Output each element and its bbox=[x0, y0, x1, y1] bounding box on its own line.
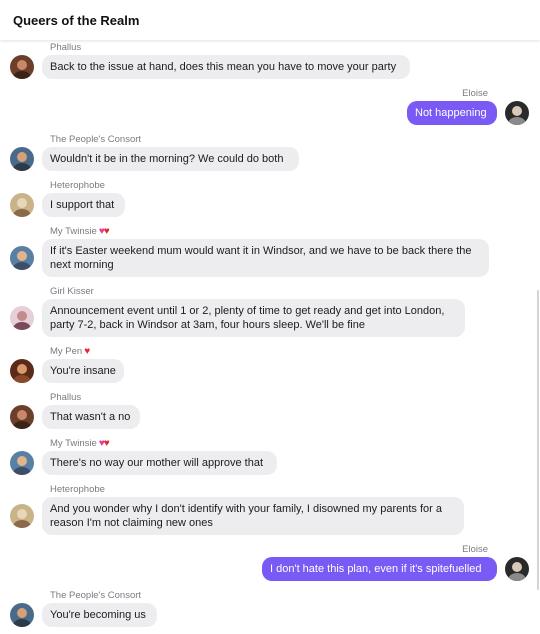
sender-name-text: Heterophobe bbox=[50, 180, 105, 191]
avatar[interactable] bbox=[505, 557, 529, 581]
avatar[interactable] bbox=[10, 405, 34, 429]
red-heart-icon: ♥ bbox=[84, 346, 90, 357]
message-bubble[interactable]: Announcement event until 1 or 2, plenty … bbox=[42, 299, 465, 337]
sender-name: The People's Consort bbox=[50, 134, 141, 145]
avatar[interactable] bbox=[10, 603, 34, 627]
sender-name-text: My Twinsie bbox=[50, 438, 97, 449]
message-bubble[interactable]: Not happening bbox=[407, 101, 497, 125]
red-heart-icon: ♥ bbox=[103, 438, 110, 449]
message-bubble[interactable]: There's no way our mother will approve t… bbox=[42, 451, 277, 475]
sender-name: My Twinsie ♥♥ bbox=[50, 438, 110, 449]
avatar[interactable] bbox=[10, 306, 34, 330]
sender-name-text: Eloise bbox=[462, 88, 488, 99]
sender-name: Heterophobe bbox=[50, 180, 105, 191]
message-bubble[interactable]: And you wonder why I don't identify with… bbox=[42, 497, 464, 535]
avatar[interactable] bbox=[10, 193, 34, 217]
avatar[interactable] bbox=[10, 147, 34, 171]
sender-name-text: Phallus bbox=[50, 392, 82, 403]
avatar[interactable] bbox=[505, 101, 529, 125]
sender-name-text: Eloise bbox=[462, 544, 488, 555]
message-bubble[interactable]: I don't hate this plan, even if it's spi… bbox=[262, 557, 497, 581]
message-bubble[interactable]: If it's Easter weekend mum would want it… bbox=[42, 239, 489, 277]
sender-name-text: Phallus bbox=[50, 42, 82, 53]
sender-hearts: ♥♥ bbox=[99, 226, 110, 237]
sender-name: Eloise bbox=[462, 544, 488, 555]
sender-name: Phallus bbox=[50, 42, 81, 53]
chat-header: Queers of the Realm bbox=[0, 0, 540, 40]
message-bubble[interactable]: You're becoming us bbox=[42, 603, 157, 627]
sender-name: Girl Kisser bbox=[50, 286, 94, 297]
sender-name: Eloise bbox=[462, 88, 488, 99]
chat-title: Queers of the Realm bbox=[13, 12, 140, 28]
sender-name-text: The People's Consort bbox=[50, 134, 142, 145]
message-bubble[interactable]: That wasn't a no bbox=[42, 405, 140, 429]
sender-name: My Twinsie ♥♥ bbox=[50, 226, 110, 237]
message-bubble[interactable]: I support that bbox=[42, 193, 125, 217]
message-bubble[interactable]: Back to the issue at hand, does this mea… bbox=[42, 55, 410, 79]
sender-name: My Pen ♥ bbox=[50, 346, 90, 357]
sender-hearts: ♥♥ bbox=[99, 438, 110, 449]
message-bubble[interactable]: You're insane bbox=[42, 359, 124, 383]
sender-hearts: ♥ bbox=[84, 346, 90, 357]
sender-name-text: Girl Kisser bbox=[50, 286, 94, 297]
avatar[interactable] bbox=[10, 504, 34, 528]
message-bubble[interactable]: Wouldn't it be in the morning? We could … bbox=[42, 147, 299, 171]
avatar[interactable] bbox=[10, 359, 34, 383]
avatar[interactable] bbox=[10, 246, 34, 270]
sender-name-text: Heterophobe bbox=[50, 484, 105, 495]
sender-name: Heterophobe bbox=[50, 484, 105, 495]
red-heart-icon: ♥ bbox=[103, 226, 110, 237]
sender-name: Phallus bbox=[50, 392, 81, 403]
sender-name: The People's Consort bbox=[50, 590, 141, 601]
scrollbar[interactable] bbox=[537, 290, 539, 590]
sender-name-text: My Twinsie bbox=[50, 226, 97, 237]
avatar[interactable] bbox=[10, 55, 34, 79]
sender-name-text: My Pen bbox=[50, 346, 83, 357]
sender-name-text: The People's Consort bbox=[50, 590, 142, 601]
avatar[interactable] bbox=[10, 451, 34, 475]
